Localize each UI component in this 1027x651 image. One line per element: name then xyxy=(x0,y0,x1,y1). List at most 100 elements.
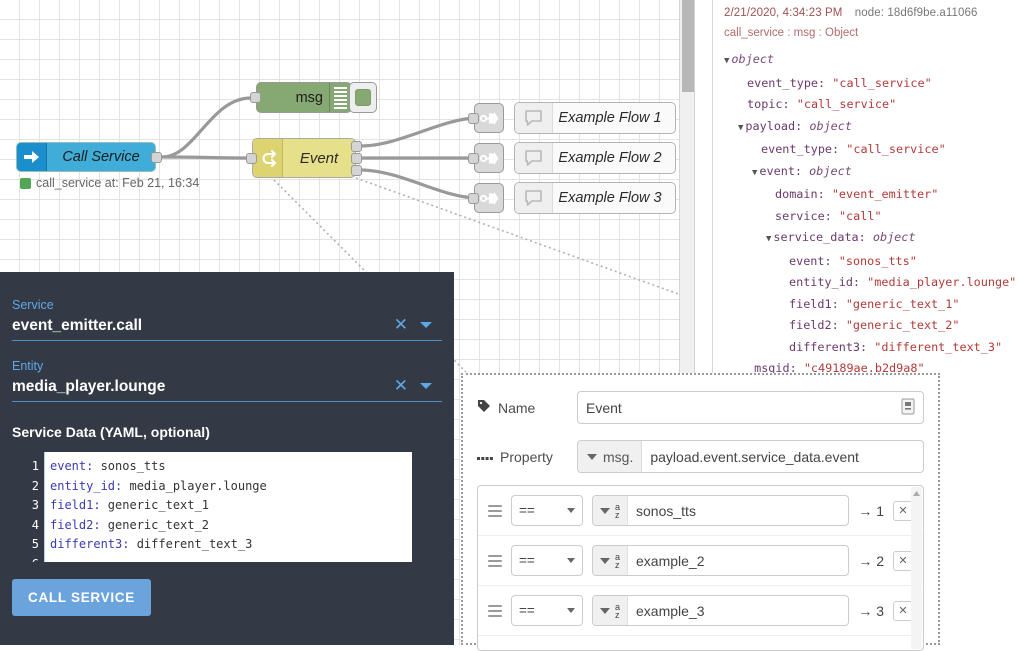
editor-line-number: 4 xyxy=(31,517,39,532)
rule-operator-select[interactable]: == xyxy=(511,495,583,526)
rule-value-input[interactable]: a z sonos_tts xyxy=(592,495,850,526)
debug-type: Object xyxy=(825,27,859,39)
entity-input[interactable]: media_player.lounge ✕ xyxy=(12,377,442,402)
debug-timestamp: 2/21/2020, 4:34:23 PM xyxy=(724,7,843,19)
switch-rule-row[interactable]: == a z sonos_tts → 1 ✕ xyxy=(478,486,923,536)
tree-toggle-icon[interactable]: ▼ xyxy=(766,234,771,244)
service-data-editor[interactable]: 1 2 3 4 5 6 event: sonos_tts entity_id: media_… xyxy=(12,452,412,562)
rule-operator: == xyxy=(519,503,535,518)
editor-content[interactable]: event: sonos_tts entity_id: media_player.… xyxy=(44,452,412,562)
debug-tree-row[interactable]: ▼ service_data: object xyxy=(724,227,1021,251)
rule-operator-select[interactable]: == xyxy=(511,595,583,626)
rule-value-input[interactable]: a z example_3 xyxy=(592,595,850,626)
switch-node-dialog[interactable]: Name Event Property msg. payload.event.s… xyxy=(461,373,940,651)
property-row: Property msg. payload.event.service_data… xyxy=(463,424,938,473)
debug-object-tree[interactable]: ▼ object event_type: "call_service" topic: … xyxy=(724,49,1021,380)
node-link-out-3[interactable] xyxy=(468,183,504,213)
tree-value: "media_player.lounge" xyxy=(867,275,1017,289)
input-port[interactable] xyxy=(468,113,479,124)
rule-value-input[interactable]: a z example_2 xyxy=(592,545,850,576)
name-input[interactable]: Event xyxy=(577,391,924,424)
node-comment-1[interactable]: Example Flow 1 xyxy=(514,102,676,134)
tree-toggle-icon[interactable]: ▼ xyxy=(724,56,729,66)
status-text: call_service at: Feb 21, 16:34 xyxy=(36,176,200,190)
close-icon[interactable]: ✕ xyxy=(394,316,408,333)
debug-tree-row[interactable]: ▼ object xyxy=(724,49,1021,73)
caret-down-icon xyxy=(600,607,610,614)
service-input[interactable]: event_emitter.call ✕ xyxy=(12,316,442,341)
rule-type-select[interactable]: az xyxy=(593,596,629,625)
property-input[interactable]: msg. payload.event.service_data.event xyxy=(577,440,924,473)
node-switch-event[interactable]: Event xyxy=(246,138,362,178)
rule-type-select[interactable]: az xyxy=(593,546,629,575)
tree-value: object xyxy=(872,230,916,244)
tree-toggle-icon[interactable]: ▼ xyxy=(752,168,757,178)
drag-handle-icon[interactable] xyxy=(488,504,502,517)
node-link-out-2[interactable] xyxy=(468,143,504,173)
node-label: Event xyxy=(299,149,339,167)
debug-tree-row[interactable]: ▼ payload: object xyxy=(724,116,1021,140)
scrollbar-thumb[interactable] xyxy=(682,0,694,92)
debug-message[interactable]: 2/21/2020, 4:34:23 PM node: 18d6f9be.a11… xyxy=(712,0,1027,384)
tree-value: "different_text_3" xyxy=(874,339,1003,354)
debug-tree-row[interactable]: ▼ event: object xyxy=(724,161,1021,185)
output-port-2[interactable] xyxy=(351,153,362,164)
tree-value: "generic_text_1" xyxy=(845,296,960,311)
input-port[interactable] xyxy=(468,153,479,164)
dots-icon xyxy=(477,449,493,465)
name-label: Name xyxy=(498,399,536,416)
tree-key: domain: xyxy=(775,187,825,201)
service-label: Service xyxy=(12,298,54,312)
tree-value: "call_service" xyxy=(846,142,946,156)
input-port[interactable] xyxy=(246,153,257,164)
switch-rule-row[interactable]: == a z example_3 → 3 ✕ xyxy=(478,586,923,636)
node-debug[interactable]: msg xyxy=(250,82,377,113)
debug-message-header: 2/21/2020, 4:34:23 PM node: 18d6f9be.a11… xyxy=(724,7,1021,19)
rule-type-select[interactable]: az xyxy=(593,496,629,525)
node-comment-3[interactable]: Example Flow 3 xyxy=(514,182,676,214)
tree-toggle-icon[interactable]: ▼ xyxy=(738,123,743,133)
call-service-button[interactable]: CALL SERVICE xyxy=(12,579,151,616)
call-service-form[interactable]: Service event_emitter.call ✕ Entity medi… xyxy=(0,272,454,645)
entity-label: Entity xyxy=(12,359,44,373)
node-call-service[interactable]: Call Service xyxy=(16,142,162,172)
rules-scrollbar[interactable] xyxy=(911,487,922,649)
input-port[interactable] xyxy=(468,193,479,204)
input-port[interactable] xyxy=(250,92,261,103)
drag-handle-icon[interactable] xyxy=(488,554,502,567)
caret-down-icon[interactable] xyxy=(420,383,432,389)
rule-delete-button[interactable]: ✕ xyxy=(893,600,913,621)
rule-delete-button[interactable]: ✕ xyxy=(893,550,913,571)
drag-handle-icon[interactable] xyxy=(488,604,502,617)
node-link-out-1[interactable] xyxy=(468,103,504,133)
name-value: Event xyxy=(586,399,622,416)
rule-delete-button[interactable]: ✕ xyxy=(893,500,913,521)
node-label: Call Service xyxy=(62,149,140,165)
caret-down-icon xyxy=(567,508,575,513)
rule-operator-select[interactable]: == xyxy=(511,545,583,576)
debug-tree-row: event_type: "call_service" xyxy=(724,139,1021,161)
editor-line: field1: generic_text_1 xyxy=(50,498,209,513)
output-port-3[interactable] xyxy=(351,165,362,176)
tree-value: "call_service" xyxy=(832,75,932,90)
output-port-1[interactable] xyxy=(351,141,362,152)
az-string-icon: az xyxy=(615,601,621,620)
service-field-group: Service event_emitter.call ✕ xyxy=(0,272,454,341)
property-type-select[interactable]: msg. xyxy=(578,441,643,472)
property-label-group: Property xyxy=(477,449,577,465)
output-port[interactable] xyxy=(151,152,162,163)
rule-value: example_3 xyxy=(636,602,705,619)
switch-rules-list[interactable]: == a z sonos_tts → 1 ✕ == a z example_2 → 2 ✕ == a z ex… xyxy=(477,485,924,651)
debug-toggle-button[interactable] xyxy=(349,82,377,113)
node-comment-2[interactable]: Example Flow 2 xyxy=(514,142,676,174)
close-icon[interactable]: ✕ xyxy=(394,377,408,394)
caret-down-icon[interactable] xyxy=(420,322,432,328)
switch-rule-row[interactable]: == a z example_2 → 2 ✕ xyxy=(478,536,923,586)
debug-topic-line: call_service : msg : Object xyxy=(724,27,859,39)
debug-node-id: node: 18d6f9be.a11066 xyxy=(854,7,978,19)
expand-editor-icon[interactable] xyxy=(901,398,915,418)
caret-down-icon xyxy=(600,507,610,514)
az-string-icon: az xyxy=(615,501,621,520)
debug-tree-row: field2: "generic_text_2" xyxy=(724,315,1021,337)
tree-value: "event_emitter" xyxy=(831,187,939,201)
